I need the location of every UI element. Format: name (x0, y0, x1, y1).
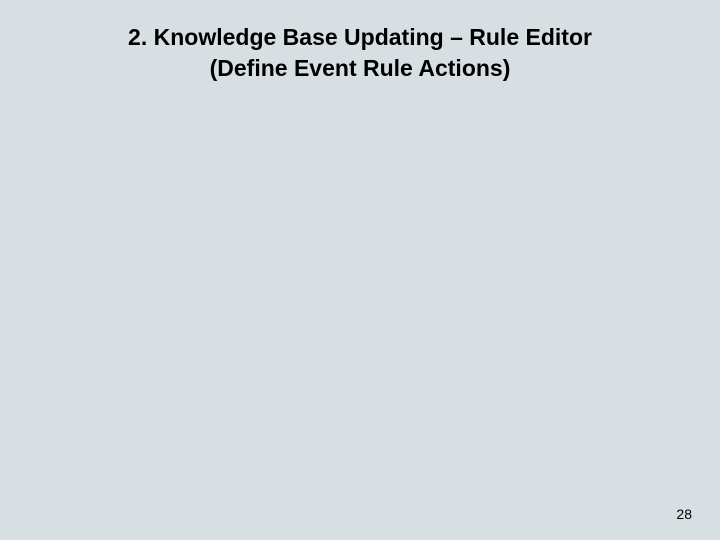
page-number: 28 (676, 506, 692, 522)
slide-container: 2. Knowledge Base Updating – Rule Editor… (0, 0, 720, 540)
title-line-1: 2. Knowledge Base Updating – Rule Editor (50, 22, 670, 53)
slide-title: 2. Knowledge Base Updating – Rule Editor… (0, 22, 720, 84)
title-line-2: (Define Event Rule Actions) (50, 53, 670, 84)
